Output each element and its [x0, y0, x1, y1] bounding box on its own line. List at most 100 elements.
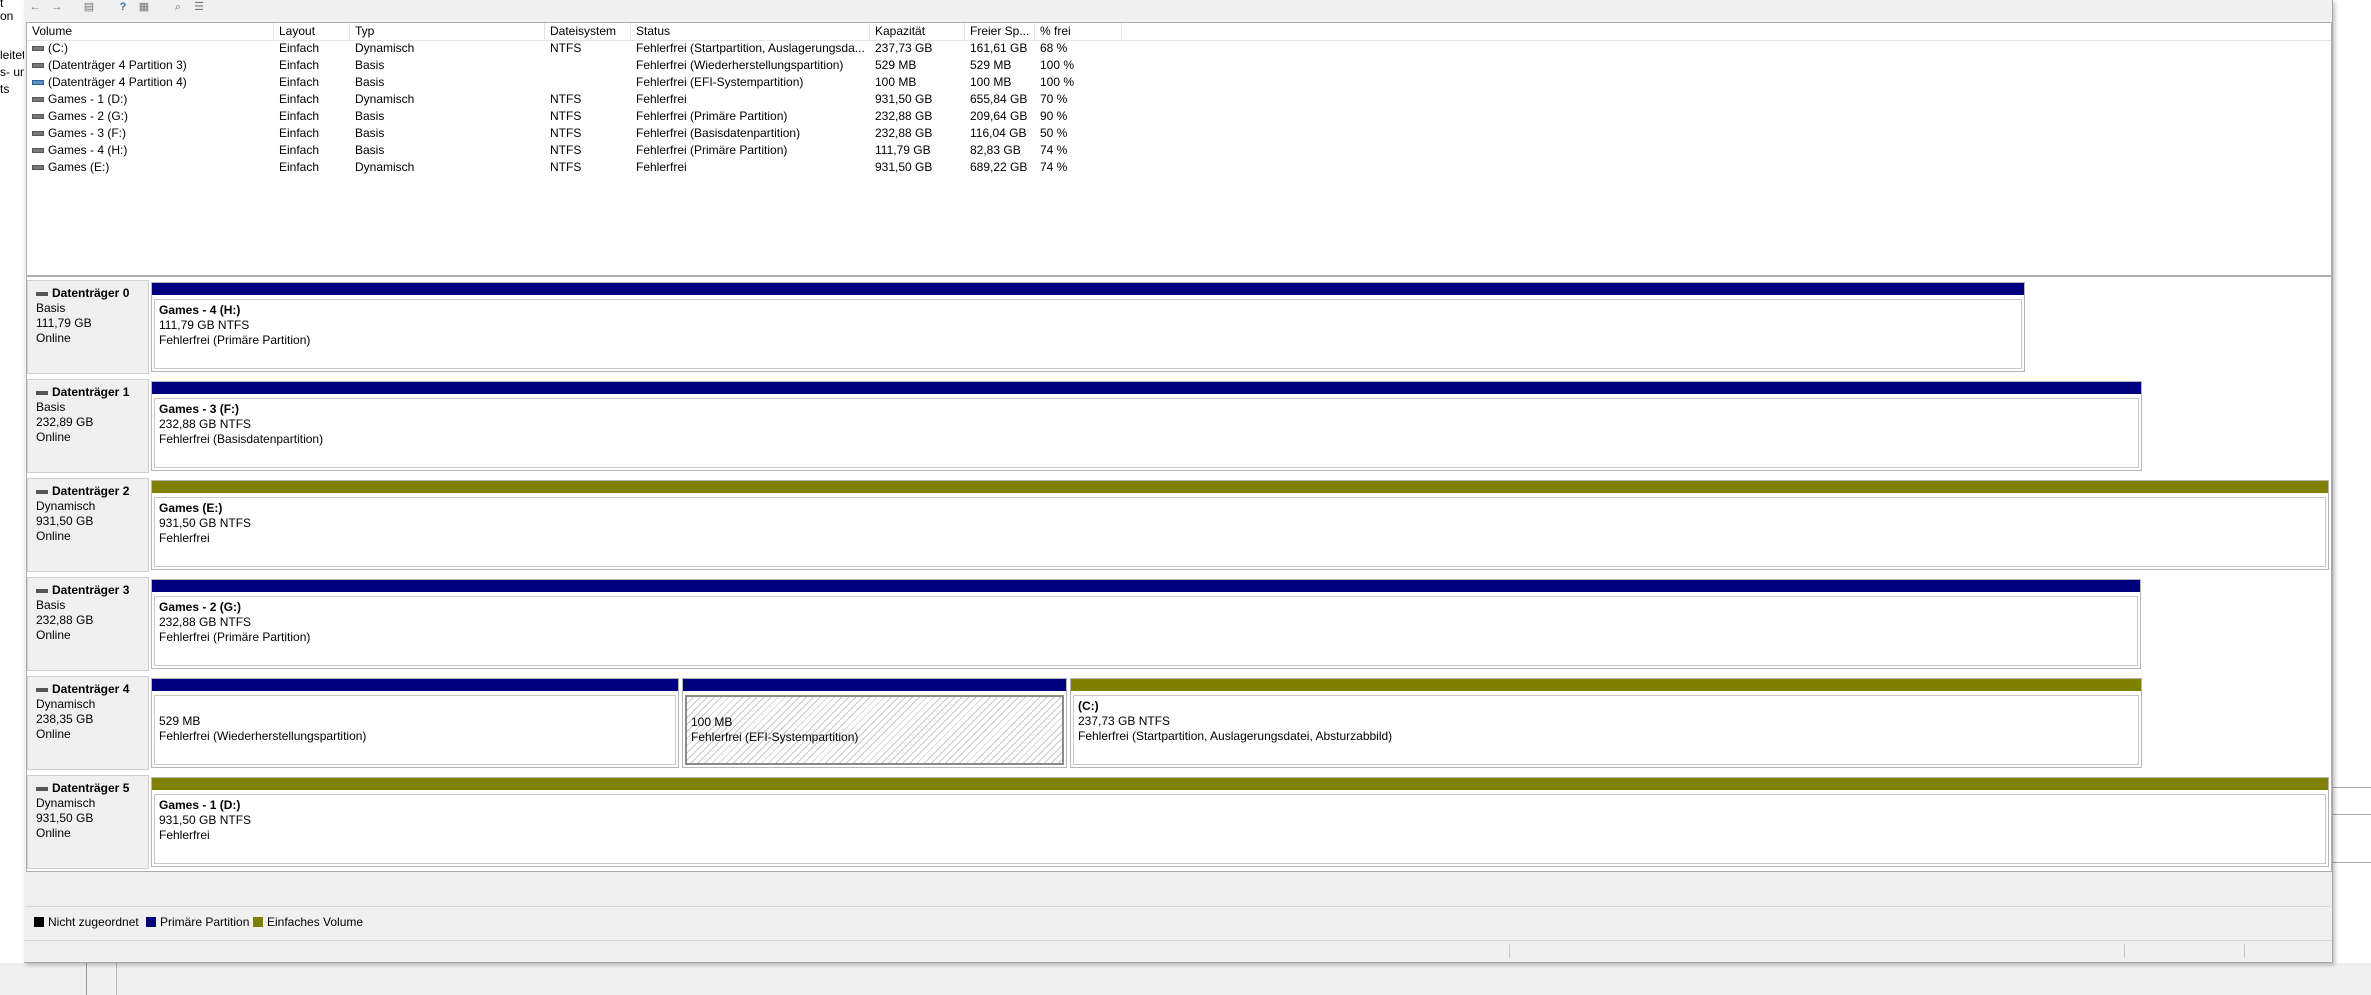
partition-block[interactable]: 529 MB Fehlerfrei (Wiederherstellungspart…	[151, 678, 679, 768]
disk-state: Online	[36, 628, 71, 642]
disk-info[interactable]: Datenträger 0 Basis 111,79 GB Online	[27, 280, 149, 374]
cell-free: 82,83 GB	[970, 143, 1021, 157]
partition-status: Fehlerfrei	[159, 531, 210, 545]
partition-size: 100 MB	[691, 715, 733, 729]
partition-block[interactable]: Games - 4 (H:) 111,79 GB NTFS Fehlerfrei (…	[151, 282, 2025, 372]
column-freier-speicher[interactable]: Freier Sp...	[965, 23, 1035, 40]
cell-volume: Games - 2 (G:)	[48, 109, 129, 123]
volume-list: Volume Layout Typ Dateisystem Status Kap…	[26, 22, 2332, 276]
hard-disk-icon	[36, 489, 48, 494]
cell-free: 116,04 GB	[970, 126, 1027, 140]
forward-arrow-icon[interactable]: →	[50, 0, 64, 14]
primary-partition-bar	[152, 580, 2140, 592]
help-icon[interactable]: ?	[116, 0, 130, 14]
cell-typ: Basis	[355, 126, 385, 140]
disk-info[interactable]: Datenträger 3 Basis 232,88 GB Online	[27, 577, 149, 671]
disk-state: Online	[36, 826, 71, 840]
partition-size: 931,50 GB NTFS	[159, 516, 252, 530]
background-window	[0, 963, 2371, 995]
cell-volume: Games - 3 (F:)	[48, 126, 127, 140]
search-icon[interactable]: ⌕	[171, 0, 185, 14]
volume-row[interactable]: (Datenträger 4 Partition 4) Einfach Basis F…	[27, 74, 2331, 91]
background-window	[2333, 0, 2371, 995]
partition-body: Games - 3 (F:) 232,88 GB NTFS Fehlerfrei (…	[154, 398, 2139, 468]
cell-free: 100 MB	[970, 75, 1012, 89]
disk-info[interactable]: Datenträger 4 Dynamisch 238,35 GB Online	[27, 676, 149, 770]
background-text: leitet	[0, 48, 26, 62]
legend-item-unallocated: Nicht zugeordnet	[34, 915, 139, 929]
legend: Nicht zugeordnet Primäre Partition Einfa…	[26, 906, 2330, 937]
disk-type: Basis	[36, 598, 66, 612]
volume-row[interactable]: Games - 2 (G:) Einfach Basis NTFS Fehlerfrei…	[27, 108, 2331, 125]
cell-volume: Games - 4 (H:)	[48, 143, 128, 157]
volume-list-header: Volume Layout Typ Dateisystem Status Kap…	[27, 23, 2331, 41]
column-kapazitaet[interactable]: Kapazität	[870, 23, 965, 40]
cell-pct: 100 %	[1040, 58, 1075, 72]
volume-row[interactable]: Games (E:) Einfach Dynamisch NTFS Fehlerfrei…	[27, 159, 2331, 176]
partition-status: Fehlerfrei	[159, 828, 210, 842]
disk-name-text: Datenträger 5	[52, 781, 130, 795]
cell-typ: Basis	[355, 143, 385, 157]
partition-block[interactable]: Games - 2 (G:) 232,88 GB NTFS Fehlerfrei (…	[151, 579, 2141, 669]
cell-status: Fehlerfrei	[636, 160, 687, 174]
disk-name: Datenträger 5	[36, 781, 148, 796]
partition-size: 529 MB	[159, 714, 201, 728]
screen: t on leitet s- un ts ← → ▤ ? ▦ ⌕ ☰ Volum…	[0, 0, 2371, 995]
simple-volume-bar	[152, 481, 2328, 493]
column-typ[interactable]: Typ	[350, 23, 545, 40]
legend-item-primary: Primäre Partition	[146, 915, 249, 929]
cell-fs: NTFS	[550, 92, 582, 106]
cell-typ: Dynamisch	[355, 41, 415, 55]
primary-partition-bar	[152, 283, 2024, 295]
primary-partition-bar	[683, 679, 1066, 691]
cell-free: 161,61 GB	[970, 41, 1028, 55]
cell-typ: Dynamisch	[355, 160, 415, 174]
volume-row[interactable]: (Datenträger 4 Partition 3) Einfach Basis F…	[27, 57, 2331, 74]
cell-free: 209,64 GB	[970, 109, 1028, 123]
disk-name: Datenträger 2	[36, 484, 148, 499]
background-text: ts	[0, 82, 10, 96]
volume-row[interactable]: Games - 1 (D:) Einfach Dynamisch NTFS Fehler…	[27, 91, 2331, 108]
column-dateisystem[interactable]: Dateisystem	[545, 23, 631, 40]
column-layout[interactable]: Layout	[274, 23, 350, 40]
column-prozent-frei[interactable]: % frei	[1035, 23, 1122, 40]
cell-capacity: 237,73 GB	[875, 41, 933, 55]
partition-block[interactable]: (C:) 237,73 GB NTFS Fehlerfrei (Startparti…	[1070, 678, 2142, 768]
disk-name-text: Datenträger 1	[52, 385, 130, 399]
partition-block[interactable]: Games (E:) 931,50 GB NTFS Fehlerfrei	[151, 480, 2329, 570]
console-icon[interactable]: ▤	[82, 0, 96, 14]
disk-info[interactable]: Datenträger 2 Dynamisch 931,50 GB Online	[27, 478, 149, 572]
primary-partition-bar	[152, 679, 678, 691]
volume-row[interactable]: (C:) Einfach Dynamisch NTFS Fehlerfrei (Star…	[27, 40, 2331, 57]
background-text: s- un	[0, 65, 27, 79]
cell-capacity: 931,50 GB	[875, 92, 933, 106]
partition-block[interactable]: Games - 1 (D:) 931,50 GB NTFS Fehlerfrei	[151, 777, 2329, 867]
cell-fs	[550, 74, 629, 91]
partition-block[interactable]: Games - 3 (F:) 232,88 GB NTFS Fehlerfrei (…	[151, 381, 2142, 471]
disk-info[interactable]: Datenträger 5 Dynamisch 931,50 GB Online	[27, 775, 149, 869]
cell-layout: Einfach	[279, 109, 320, 123]
cell-pct: 100 %	[1040, 75, 1075, 89]
cell-layout: Einfach	[279, 160, 320, 174]
disk-name: Datenträger 4	[36, 682, 148, 697]
properties-icon[interactable]: ▦	[137, 0, 151, 14]
primary-partition-bar	[152, 382, 2141, 394]
simple-volume-bar	[1071, 679, 2141, 691]
column-status[interactable]: Status	[631, 23, 870, 40]
volume-row[interactable]: Games - 4 (H:) Einfach Basis NTFS Fehlerfrei…	[27, 142, 2331, 159]
cell-free: 689,22 GB	[970, 160, 1028, 174]
cell-free: 529 MB	[970, 58, 1012, 72]
partition-block[interactable]: 100 MB Fehlerfrei (EFI-Systempartition)	[682, 678, 1067, 768]
disk-size: 232,89 GB	[36, 415, 94, 429]
partition-body: Games - 4 (H:) 111,79 GB NTFS Fehlerfrei (…	[154, 299, 2022, 369]
cell-pct: 50 %	[1040, 126, 1068, 140]
cell-status: Fehlerfrei (Primäre Partition)	[636, 109, 788, 123]
volume-row[interactable]: Games - 3 (F:) Einfach Basis NTFS Fehlerfrei…	[27, 125, 2331, 142]
column-volume[interactable]: Volume	[27, 23, 274, 40]
disk-info[interactable]: Datenträger 1 Basis 232,89 GB Online	[27, 379, 149, 473]
back-arrow-icon[interactable]: ←	[28, 0, 42, 14]
volume-icon	[32, 46, 44, 51]
cell-status: Fehlerfrei (Wiederherstellungspartition)	[636, 58, 844, 72]
partition-size: 237,73 GB NTFS	[1078, 714, 1171, 728]
list-icon[interactable]: ☰	[192, 0, 206, 14]
